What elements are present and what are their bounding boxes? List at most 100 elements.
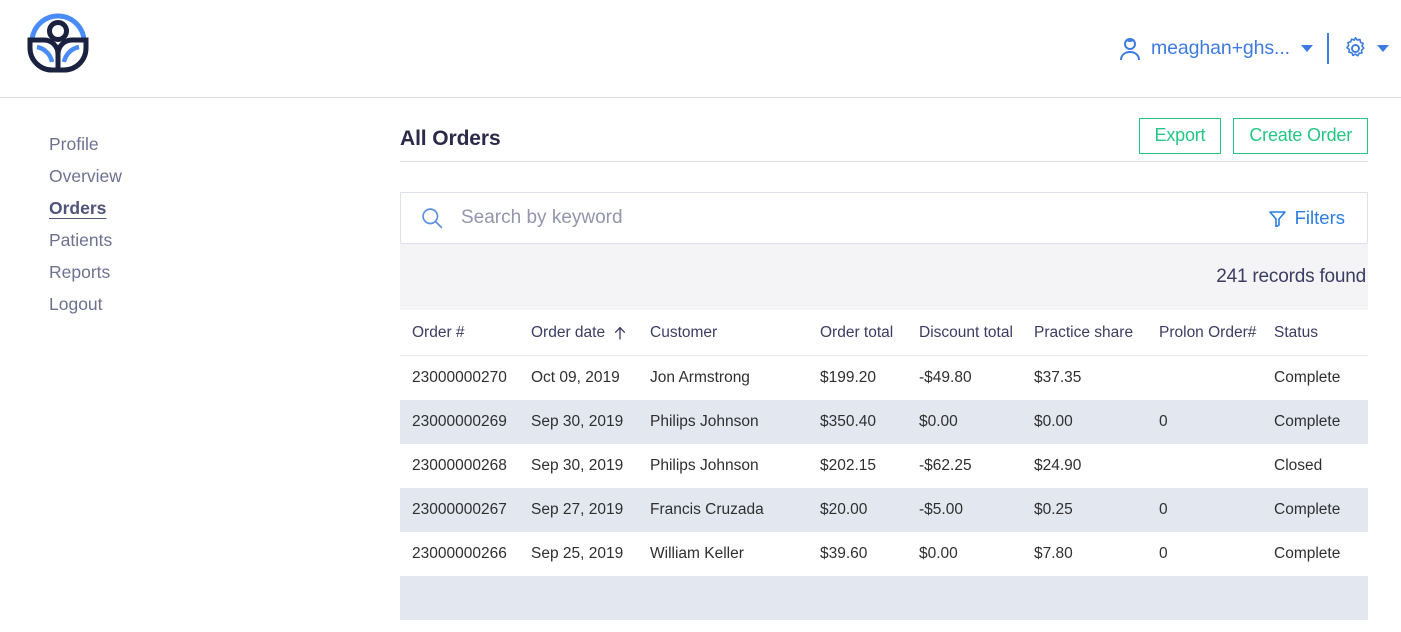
sidebar-item-patients[interactable]: Patients — [0, 224, 400, 256]
cell-discount-total: -$5.00 — [919, 500, 963, 518]
chevron-down-icon-user[interactable] — [1301, 45, 1313, 52]
cell-order-date: Oct 09, 2019 — [531, 368, 620, 386]
records-count-band: 241 records found — [400, 244, 1368, 310]
column-header-prolon-order[interactable]: Prolon Order# — [1147, 310, 1262, 356]
cell-customer: Philips Johnson — [650, 456, 759, 474]
cell-order-total — [808, 576, 907, 620]
settings-menu[interactable] — [1343, 36, 1368, 61]
cell-practice-share — [1022, 576, 1147, 620]
cell-order-total: $350.40 — [820, 412, 877, 430]
cell-order-number: 23000000266 — [412, 544, 507, 562]
cell-status: Complete — [1274, 544, 1341, 562]
sidebar-item-overview[interactable]: Overview — [0, 160, 400, 192]
page-body: Profile Overview Orders Patients Reports… — [0, 98, 1401, 632]
search-input[interactable] — [461, 207, 1269, 229]
filters-label: Filters — [1294, 207, 1345, 228]
table-row[interactable]: 23000000270 Oct 09, 2019 Jon Armstrong $… — [400, 356, 1368, 400]
cell-customer: Philips Johnson — [650, 412, 759, 430]
cell-prolon-order: 0 — [1159, 412, 1168, 430]
column-header-customer[interactable]: Customer — [638, 310, 808, 356]
sidebar-item-label: Logout — [49, 294, 103, 314]
user-icon — [1118, 36, 1142, 62]
main-content: All Orders Export Create Order Search by… — [400, 98, 1368, 620]
cell-order-total: $39.60 — [820, 544, 868, 562]
page-header-actions: Export Create Order — [1138, 118, 1368, 154]
orders-table-body: 23000000270 Oct 09, 2019 Jon Armstrong $… — [400, 356, 1368, 620]
cell-status: Complete — [1274, 500, 1341, 518]
table-header-row: Order # Order date Customer Order total … — [400, 310, 1368, 356]
sidebar-item-orders[interactable]: Orders — [0, 192, 400, 224]
cell-prolon-order: 0 — [1159, 500, 1168, 518]
sidebar-item-logout[interactable]: Logout — [0, 288, 400, 320]
table-row[interactable]: 23000000268 Sep 30, 2019 Philips Johnson… — [400, 444, 1368, 488]
cell-order-number: 23000000269 — [412, 412, 507, 430]
cell-order-number — [400, 576, 519, 620]
cell-status — [1262, 576, 1368, 620]
header-right-controls: meaghan+ghs... — [1116, 0, 1389, 97]
cell-prolon-order — [1147, 576, 1262, 620]
cell-order-date — [519, 576, 638, 620]
column-label: Status — [1274, 324, 1318, 341]
sidebar-item-label: Profile — [49, 134, 99, 154]
sort-ascending-icon — [614, 326, 626, 340]
column-header-discount-total[interactable]: Discount total — [907, 310, 1022, 356]
sidebar-item-profile[interactable]: Profile — [0, 128, 400, 160]
cell-practice-share: $0.00 — [1034, 412, 1073, 430]
filter-icon — [1268, 210, 1286, 228]
cell-practice-share: $7.80 — [1034, 544, 1073, 562]
sidebar-item-reports[interactable]: Reports — [0, 256, 400, 288]
column-header-order-total[interactable]: Order total — [808, 310, 907, 356]
column-header-order-number[interactable]: Order # — [400, 310, 519, 356]
table-row[interactable]: 23000000266 Sep 25, 2019 William Keller … — [400, 532, 1368, 576]
cell-order-date: Sep 30, 2019 — [531, 456, 624, 474]
sidebar-nav: Profile Overview Orders Patients Reports… — [0, 98, 400, 320]
column-label: Order total — [820, 324, 894, 341]
cell-order-number: 23000000267 — [412, 500, 507, 518]
cell-discount-total: -$62.25 — [919, 456, 972, 474]
column-header-order-date[interactable]: Order date — [519, 310, 638, 356]
orders-table: Order # Order date Customer Order total … — [400, 310, 1368, 620]
cell-discount-total: $0.00 — [919, 544, 958, 562]
column-label: Prolon Order# — [1159, 324, 1257, 341]
cell-practice-share: $24.90 — [1034, 456, 1082, 474]
cell-order-total: $202.15 — [820, 456, 877, 474]
cell-customer: Jon Armstrong — [650, 368, 750, 386]
cell-customer — [638, 576, 808, 620]
cell-order-date: Sep 25, 2019 — [531, 544, 624, 562]
export-button[interactable]: Export — [1138, 118, 1222, 154]
header-divider — [1327, 33, 1329, 64]
table-row[interactable] — [400, 575, 1368, 620]
cell-order-number: 23000000268 — [412, 456, 507, 474]
records-found-text: 241 records found — [1216, 266, 1366, 287]
column-header-practice-share[interactable]: Practice share — [1022, 310, 1147, 356]
cell-order-date: Sep 27, 2019 — [531, 500, 624, 518]
table-row[interactable]: 23000000269 Sep 30, 2019 Philips Johnson… — [400, 399, 1368, 444]
create-order-button[interactable]: Create Order — [1233, 118, 1368, 154]
cell-customer: William Keller — [650, 544, 744, 562]
cell-order-date: Sep 30, 2019 — [531, 412, 624, 430]
sidebar-item-label: Overview — [49, 166, 122, 186]
cell-status: Closed — [1274, 456, 1323, 474]
cell-order-total: $20.00 — [820, 500, 868, 518]
cell-order-number: 23000000270 — [412, 368, 507, 386]
company-logo[interactable] — [20, 8, 96, 76]
cell-practice-share: $0.25 — [1034, 500, 1073, 518]
search-bar: Filters — [400, 192, 1368, 244]
filters-button[interactable]: Filters — [1268, 207, 1345, 229]
table-row[interactable]: 23000000267 Sep 27, 2019 Francis Cruzada… — [400, 487, 1368, 532]
gear-icon — [1343, 36, 1368, 61]
cell-prolon-order — [1147, 444, 1262, 488]
column-label: Practice share — [1034, 324, 1134, 341]
sidebar-item-label: Patients — [49, 230, 113, 250]
cell-discount-total: $0.00 — [919, 412, 958, 430]
column-label: Customer — [650, 324, 718, 341]
cell-practice-share: $37.35 — [1034, 368, 1082, 386]
orders-table-head: Order # Order date Customer Order total … — [400, 310, 1368, 356]
cell-discount-total — [907, 576, 1022, 620]
user-account-menu[interactable]: meaghan+ghs... — [1116, 32, 1292, 66]
column-header-status[interactable]: Status — [1262, 310, 1368, 356]
column-label: Order date — [531, 324, 606, 341]
cell-prolon-order: 0 — [1159, 544, 1168, 562]
chevron-down-icon-settings[interactable] — [1377, 45, 1389, 52]
page-header: All Orders Export Create Order — [400, 98, 1368, 162]
